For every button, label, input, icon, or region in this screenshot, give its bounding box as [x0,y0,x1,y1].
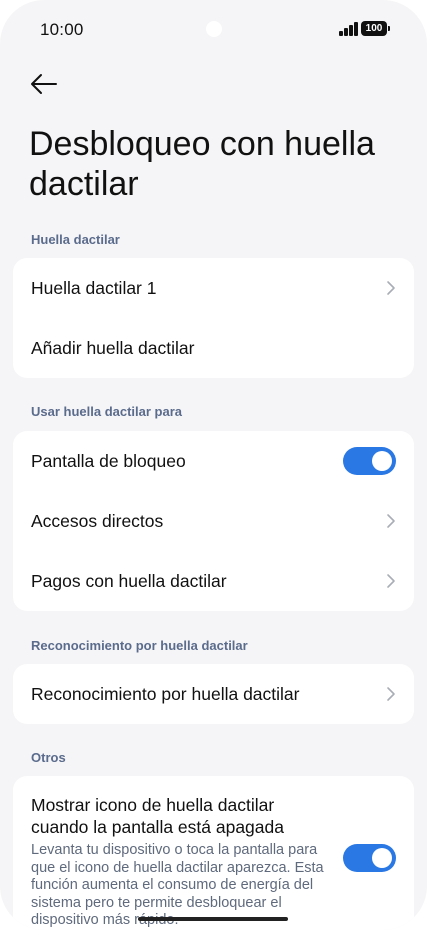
fingerprint-payments-item[interactable]: Pagos con huella dactilar [13,551,414,611]
status-bar: 10:00 100 [0,0,427,60]
lock-screen-item[interactable]: Pantalla de bloqueo [13,431,414,491]
section-header-fingerprints: Huella dactilar [31,232,120,247]
chevron-right-icon [387,574,395,588]
row-label: Pantalla de bloqueo [31,450,186,471]
add-fingerprint-item[interactable]: Añadir huella dactilar [13,318,414,378]
show-icon-screen-off-item[interactable]: Mostrar icono de huella dactilar cuando … [13,776,414,930]
arrow-left-icon [31,74,57,94]
status-time: 10:00 [40,20,84,39]
section-header-recognition: Reconocimiento por huella dactilar [31,638,248,653]
card-use-for: Pantalla de bloqueo Accesos directos Pag… [13,431,414,611]
screen: 10:00 100 Desbloqueo con huella dactilar… [0,0,427,930]
battery-icon: 100 [361,21,390,36]
show-icon-screen-off-toggle[interactable] [343,844,396,872]
card-fingerprints: Huella dactilar 1 Añadir huella dactilar [13,258,414,378]
row-label: Pagos con huella dactilar [31,570,227,591]
row-label: Reconocimiento por huella dactilar [31,683,300,704]
shortcuts-item[interactable]: Accesos directos [13,491,414,551]
signal-icon [339,22,359,36]
battery-level: 100 [365,23,383,34]
fingerprint-1-item[interactable]: Huella dactilar 1 [13,258,414,318]
chevron-right-icon [387,281,395,295]
back-button[interactable] [28,70,60,98]
fingerprint-recognition-item[interactable]: Reconocimiento por huella dactilar [13,664,414,724]
row-title: Mostrar icono de huella dactilar cuando … [31,795,284,837]
section-header-others: Otros [31,750,66,765]
card-others: Mostrar icono de huella dactilar cuando … [13,776,414,930]
row-label: Huella dactilar 1 [31,277,157,298]
lock-screen-toggle[interactable] [343,447,396,475]
row-label: Añadir huella dactilar [31,337,195,358]
section-header-use-for: Usar huella dactilar para [31,404,183,419]
home-indicator[interactable] [138,917,288,921]
page-title: Desbloqueo con huella dactilar [29,125,375,203]
chevron-right-icon [387,514,395,528]
card-recognition: Reconocimiento por huella dactilar [13,664,414,724]
row-label: Accesos directos [31,510,164,531]
chevron-right-icon [387,687,395,701]
camera-cutout [206,21,222,37]
